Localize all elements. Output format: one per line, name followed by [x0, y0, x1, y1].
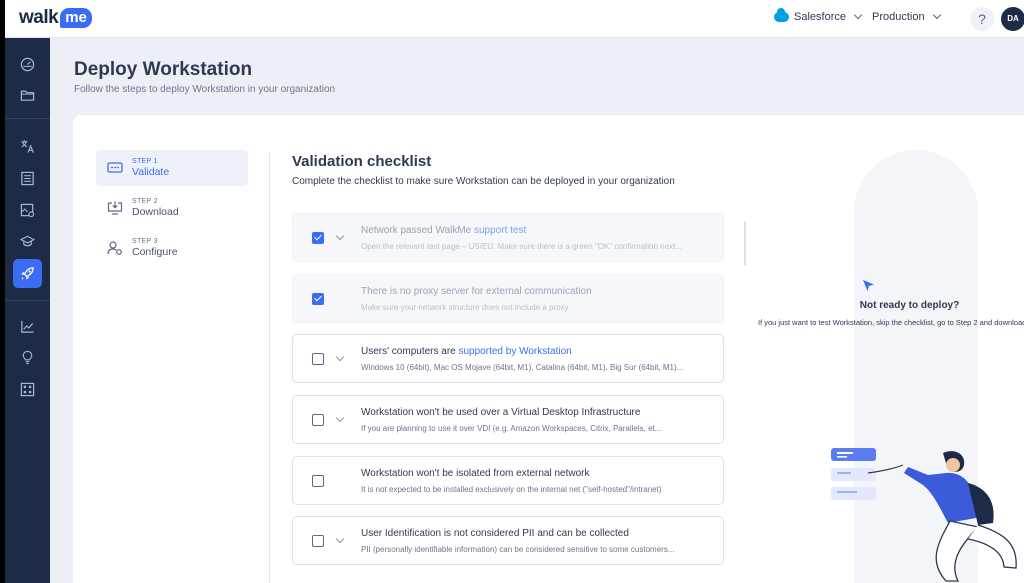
support-test-link[interactable]: support test [474, 225, 526, 236]
step-number: STEP 3 [132, 238, 158, 245]
checklist-scrollbar[interactable] [744, 221, 746, 266]
not-ready-title: Not ready to deploy? [859, 300, 960, 311]
checkbox[interactable] [312, 293, 324, 305]
step-validate[interactable]: STEP 1 Validate [96, 150, 248, 186]
sidebar-item-dashboard[interactable] [13, 50, 42, 79]
sidebar-item-apps[interactable] [13, 375, 42, 404]
step-download[interactable]: STEP 2 Download [96, 190, 248, 226]
item-description: Windows 10 (64bit), Mac OS Mojave (64bit… [361, 363, 684, 372]
graduation-cap-icon [20, 235, 35, 247]
sidebar-divider [5, 300, 50, 301]
item-description: Make sure your network structure does no… [361, 303, 569, 312]
not-ready-description: If you just want to test Workstation, sk… [758, 318, 1024, 327]
folder-icon [20, 90, 35, 101]
sidebar-item-content[interactable] [13, 81, 42, 110]
checkbox[interactable] [312, 475, 324, 487]
checkbox[interactable] [312, 414, 324, 426]
checkbox[interactable] [312, 535, 324, 547]
lightbulb-icon [22, 350, 33, 365]
item-title: Workstation won't be used over a Virtual… [361, 407, 641, 418]
environment-name: Production [872, 11, 925, 23]
item-description: PII (personally identifiable information… [361, 545, 675, 554]
dashboard-icon [20, 57, 35, 72]
checklist-item-vdi[interactable]: Workstation won't be used over a Virtual… [292, 395, 724, 444]
chevron-down-icon [932, 10, 941, 20]
chevron-down-icon[interactable] [335, 413, 345, 423]
cursor-icon [863, 280, 874, 291]
checklist-item-proxy[interactable]: There is no proxy server for external co… [292, 274, 724, 323]
person-illustration [831, 448, 1017, 582]
top-bar: walk me Salesforce Production ? DA [5, 0, 1024, 38]
sidebar-item-insights[interactable] [13, 312, 42, 341]
chevron-down-icon[interactable] [335, 352, 345, 362]
checklist-item-network[interactable]: Network passed WalkMe support test Open … [292, 213, 724, 262]
checklist-title: Validation checklist [292, 153, 432, 170]
deploy-card: STEP 1 Validate STEP 2 Download STEP 3 C… [73, 115, 1024, 583]
chevron-down-icon [853, 10, 863, 20]
checklist-item-network-isolation[interactable]: Workstation won't be isolated from exter… [292, 456, 724, 505]
item-title: User Identification is not considered PI… [361, 528, 629, 539]
logo-text-walk: walk [19, 7, 59, 28]
item-description: If you are planning to use it over VDI (… [361, 424, 662, 433]
sidebar-divider [5, 118, 50, 119]
checklist-item-pii[interactable]: User Identification is not considered PI… [292, 516, 724, 565]
logo-text-me: me [60, 8, 92, 28]
item-description: Open the relevant test page – US/EU. Mak… [361, 242, 682, 251]
validate-icon [107, 162, 123, 173]
checkbox[interactable] [312, 232, 324, 244]
list-icon [21, 171, 34, 186]
translate-icon [21, 140, 34, 153]
step-configure[interactable]: STEP 3 Configure [96, 230, 248, 266]
chevron-down-icon[interactable] [335, 231, 345, 241]
download-icon [107, 201, 123, 215]
page-subtitle: Follow the steps to deploy Workstation i… [74, 84, 336, 95]
checklist-subtitle: Complete the checklist to make sure Work… [292, 176, 675, 187]
step-label: Download [132, 206, 179, 218]
step-number: STEP 1 [132, 158, 158, 165]
sidebar-item-deploy[interactable] [13, 259, 42, 288]
sidebar-item-multilanguage[interactable] [13, 132, 42, 161]
sidebar-item-logs[interactable] [13, 164, 42, 193]
salesforce-cloud-icon [774, 8, 789, 22]
sidebar-item-training[interactable] [13, 227, 42, 256]
grid-icon [20, 382, 35, 397]
system-name: Salesforce [794, 11, 846, 23]
steps-divider [269, 151, 270, 583]
item-title: There is no proxy server for external co… [361, 286, 592, 297]
supported-by-workstation-link[interactable]: supported by Workstation [459, 346, 572, 357]
item-description: It is not expected to be installed exclu… [361, 485, 662, 494]
system-selector[interactable]: Salesforce [774, 8, 863, 23]
checklist-item-os-support[interactable]: Users' computers are supported by Workst… [292, 334, 724, 383]
step-number: STEP 2 [132, 198, 158, 205]
configure-icon [107, 241, 122, 255]
step-label: Configure [132, 246, 178, 258]
environment-selector[interactable]: Production [872, 10, 941, 23]
sidebar [5, 38, 50, 583]
item-title: Workstation won't be isolated from exter… [361, 468, 590, 479]
rocket-icon [21, 267, 34, 280]
chevron-down-icon[interactable] [335, 534, 345, 544]
sidebar-item-assets[interactable] [13, 196, 42, 225]
walkme-logo[interactable]: walk me [19, 6, 92, 30]
help-button[interactable]: ? [970, 7, 994, 31]
chart-icon [21, 320, 34, 333]
sidebar-item-ideas[interactable] [13, 343, 42, 372]
item-title: Network passed WalkMe support test [361, 225, 527, 236]
step-label: Validate [132, 166, 170, 178]
image-settings-icon [20, 203, 35, 218]
checkbox[interactable] [312, 353, 324, 365]
user-avatar[interactable]: DA [1001, 7, 1024, 31]
page-title: Deploy Workstation [74, 59, 253, 80]
item-title: Users' computers are supported by Workst… [361, 346, 572, 357]
